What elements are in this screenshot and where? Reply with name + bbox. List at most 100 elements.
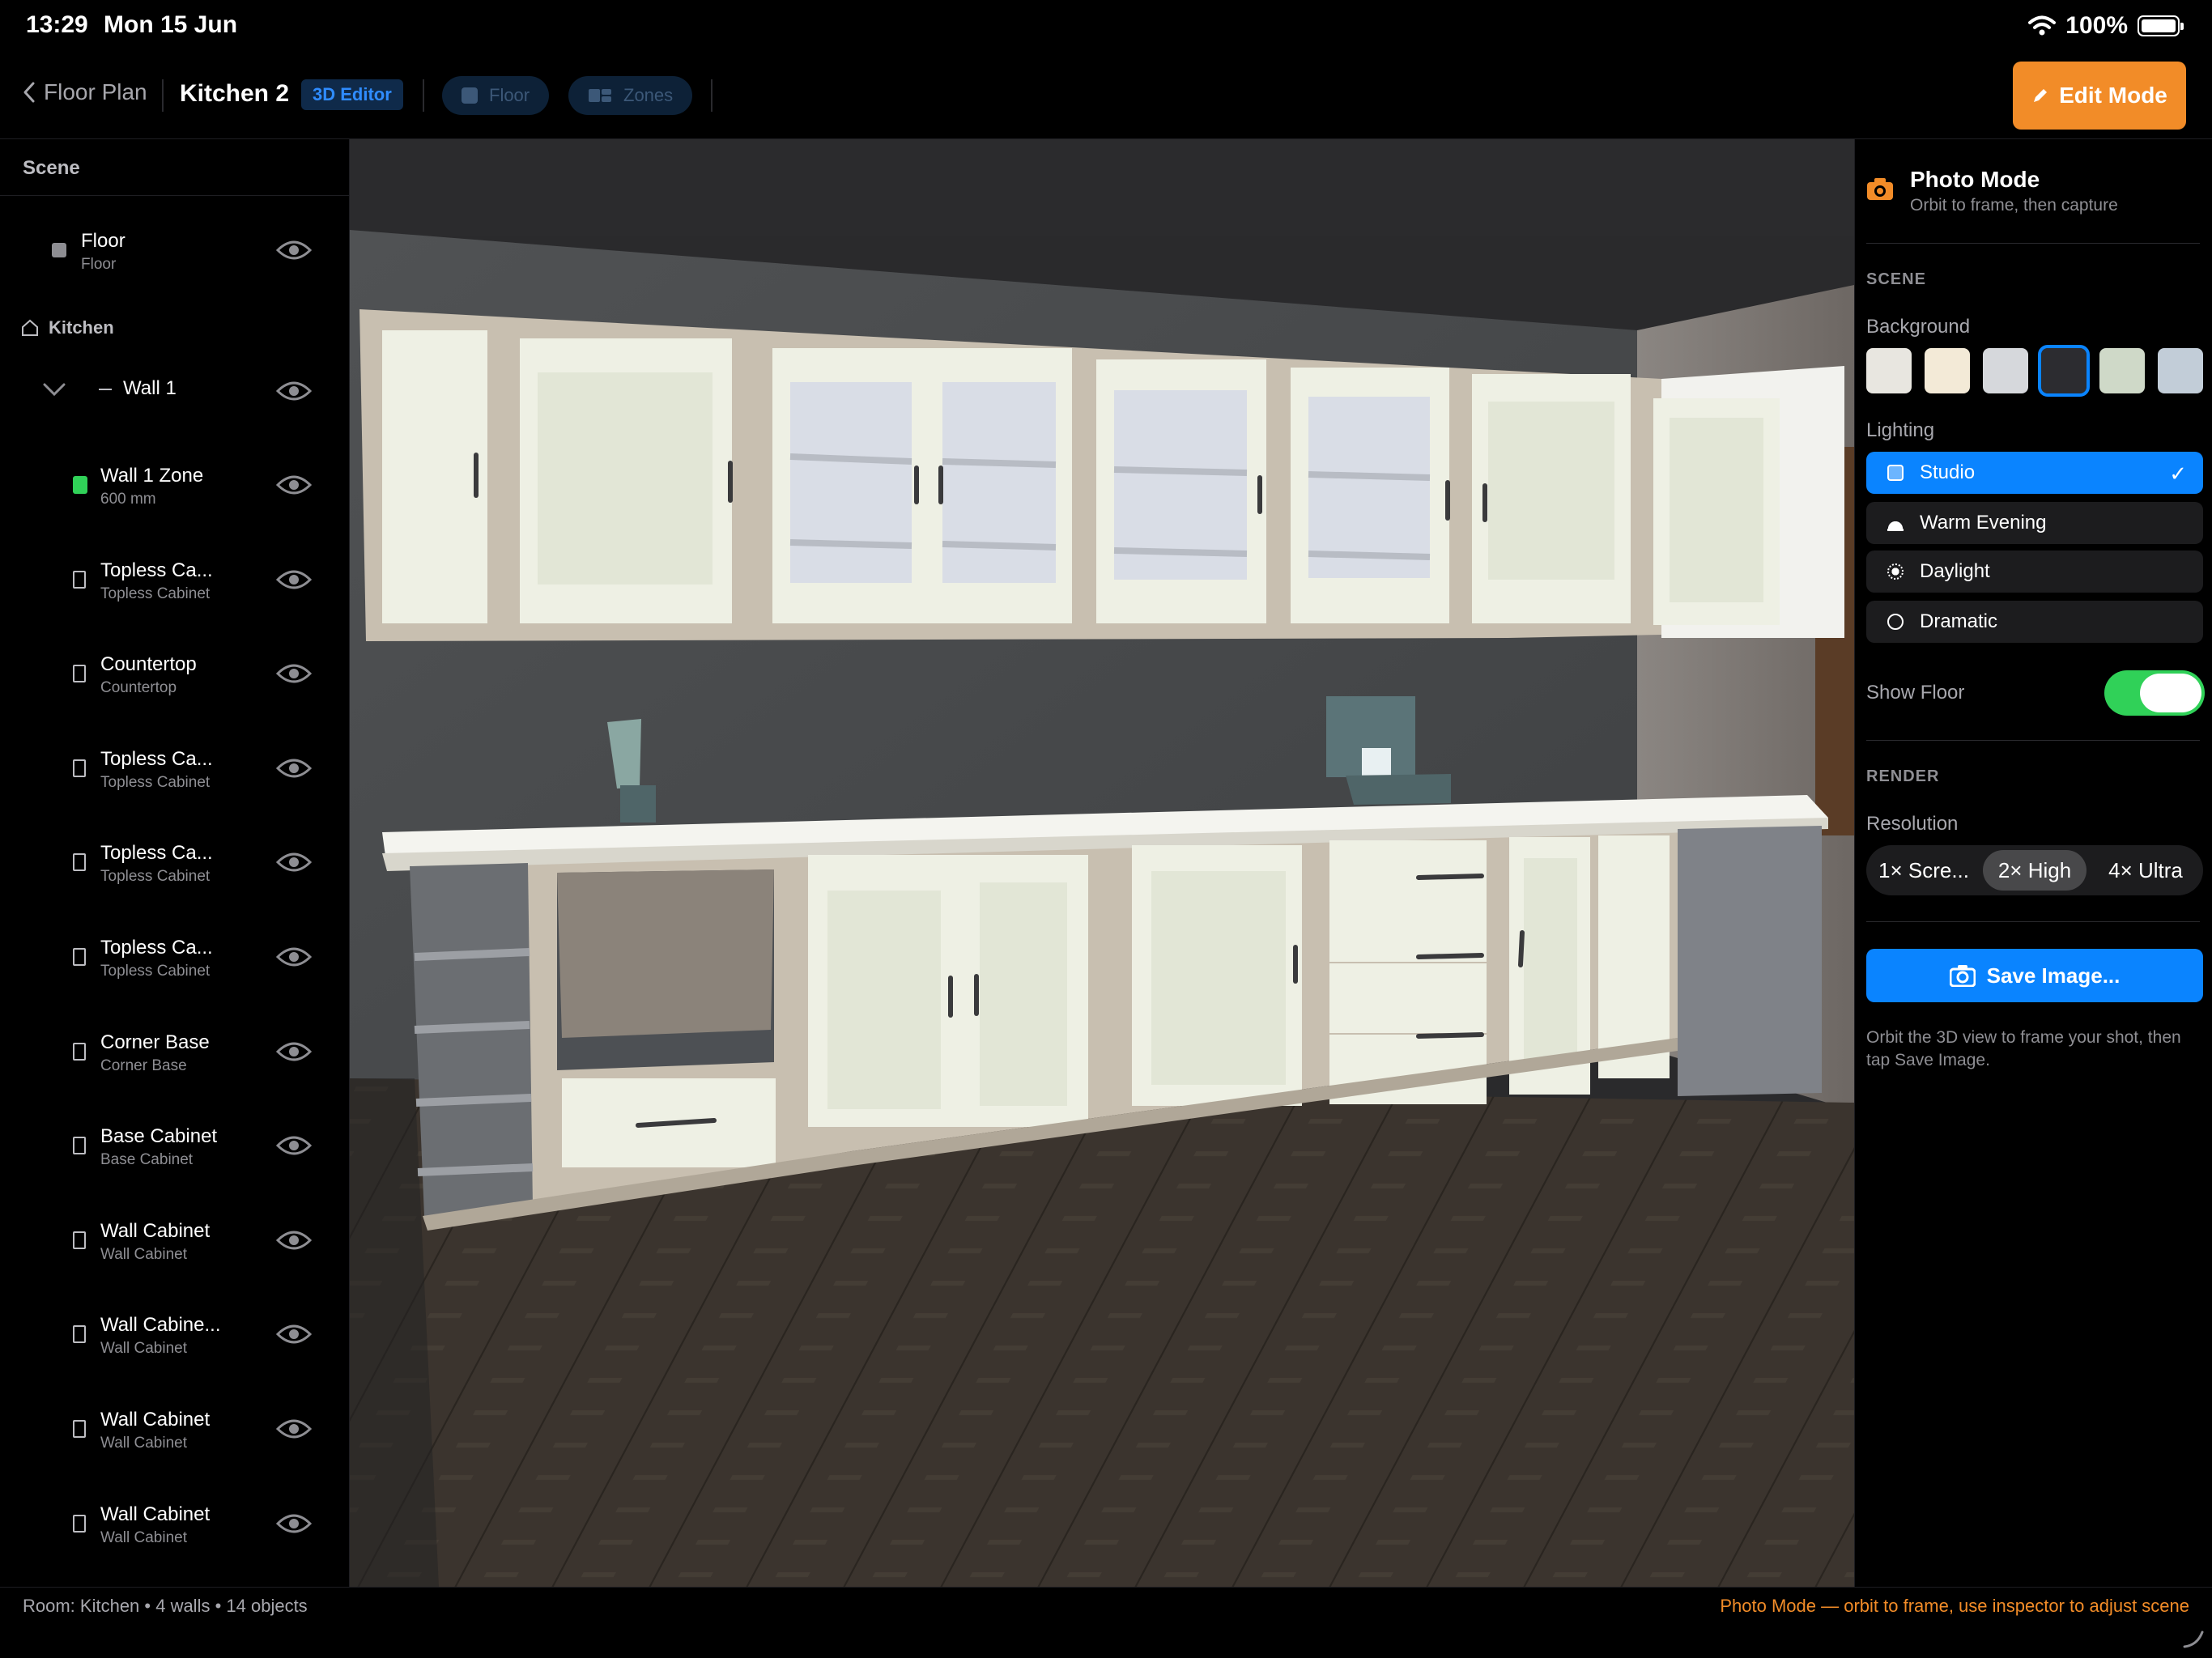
tree-row-item[interactable]: Wall 1 Zone 600 mm xyxy=(0,440,349,534)
tree-row-name: Base Cabinet xyxy=(100,1125,218,1147)
tree-row-item[interactable]: Base Cabinet Base Cabinet xyxy=(0,1101,349,1195)
resolution-segmented-control: 1× Scre... 2× High 4× Ultra xyxy=(1866,845,2203,895)
eye-icon[interactable] xyxy=(275,756,313,780)
eye-icon[interactable] xyxy=(275,568,313,592)
eye-icon[interactable] xyxy=(275,1322,313,1346)
tree-row-sub: Corner Base xyxy=(100,1057,187,1074)
tree-row-item[interactable]: Topless Ca... Topless Cabinet xyxy=(0,535,349,629)
tree-row-item[interactable]: Topless Ca... Topless Cabinet xyxy=(0,724,349,818)
corner-base-icon xyxy=(73,1043,86,1061)
eye-icon[interactable] xyxy=(275,1417,313,1441)
kitchen-render[interactable] xyxy=(350,139,1854,1587)
base-doors xyxy=(808,835,1670,1127)
inspector-panel: Photo Mode Orbit to frame, then capture … xyxy=(1854,139,2212,1587)
lighting-option[interactable]: Daylight xyxy=(1866,551,2203,593)
base-cabinet-icon xyxy=(73,1137,86,1154)
background-swatch[interactable] xyxy=(1983,348,2028,393)
show-floor-label: Show Floor xyxy=(1866,682,1965,704)
resolution-label: Resolution xyxy=(1866,813,1959,835)
tree-row-name: Wall Cabinet xyxy=(100,1220,211,1242)
toggle-knob xyxy=(2140,674,2201,712)
background-swatch[interactable] xyxy=(1925,348,1970,393)
room-info: Room: Kitchen • 4 walls • 14 objects xyxy=(23,1596,308,1616)
edit-mode-button[interactable]: Edit Mode xyxy=(2013,62,2186,130)
wifi-icon xyxy=(2028,15,2057,36)
eye-icon[interactable] xyxy=(275,1511,313,1536)
resolution-1x[interactable]: 1× Scre... xyxy=(1871,850,1976,891)
tree-row-name: Topless Ca... xyxy=(100,842,213,864)
lighting-option[interactable]: Dramatic xyxy=(1866,601,2203,643)
camera-icon xyxy=(1949,965,1976,987)
tree-row-sub: Base Cabinet xyxy=(100,1151,194,1168)
eye-icon[interactable] xyxy=(275,1228,313,1252)
cabinet-icon xyxy=(73,759,86,777)
eye-icon[interactable] xyxy=(275,945,313,969)
background-swatch[interactable] xyxy=(2158,348,2203,393)
tree-row-floor[interactable]: Floor Floor xyxy=(0,206,349,300)
cabinet-icon xyxy=(73,571,86,589)
lighting-option[interactable]: Warm Evening xyxy=(1866,502,2203,544)
cabinet-icon xyxy=(73,948,86,966)
background-swatch[interactable] xyxy=(1866,348,1912,393)
tree-row-item[interactable]: Countertop Countertop xyxy=(0,629,349,723)
eye-icon[interactable] xyxy=(275,1039,313,1064)
open-shelves xyxy=(410,863,533,1216)
eye-icon[interactable] xyxy=(275,238,313,262)
eye-icon[interactable] xyxy=(275,379,313,403)
tree-row-name: Wall Cabine... xyxy=(100,1314,221,1336)
resolution-4x[interactable]: 4× Ultra xyxy=(2093,850,2198,891)
tree-row-item[interactable]: Wall Cabinet Wall Cabinet xyxy=(0,1479,349,1573)
house-icon xyxy=(22,319,38,336)
wall-cabinet-icon xyxy=(73,1231,86,1249)
resolution-2x[interactable]: 2× High xyxy=(1983,850,2087,891)
status-right: 100% xyxy=(2028,11,2184,40)
background-swatch[interactable] xyxy=(2038,345,2090,397)
tree-row-item[interactable]: Wall Cabine... Wall Cabinet xyxy=(0,1290,349,1384)
sun-icon xyxy=(1887,563,1904,580)
back-button[interactable]: Floor Plan xyxy=(23,79,147,105)
tree-row-sub: Topless Cabinet xyxy=(100,585,211,602)
divider xyxy=(1866,740,2200,741)
status-time: 13:29 xyxy=(26,11,88,38)
bottom-status-bar: Room: Kitchen • 4 walls • 14 objects Pho… xyxy=(0,1587,2212,1658)
battery-percent: 100% xyxy=(2065,12,2128,39)
scene-header: Scene xyxy=(0,139,349,196)
tree-row-item[interactable]: Wall Cabinet Wall Cabinet xyxy=(0,1196,349,1290)
3d-viewport[interactable] xyxy=(350,139,1854,1587)
green-square-icon xyxy=(73,476,87,494)
eye-icon[interactable] xyxy=(275,661,313,686)
tree-row-wall-1[interactable]: Wall 1 xyxy=(0,346,349,440)
lighting-option-label: Studio xyxy=(1920,461,1976,483)
tree-row-item[interactable]: Corner Base Corner Base xyxy=(0,1007,349,1101)
show-floor-toggle[interactable] xyxy=(2104,670,2205,716)
wall-cabinet-icon xyxy=(73,1515,86,1533)
wall-cabinet-icon xyxy=(73,1325,86,1343)
tree-row-item[interactable]: Topless Ca... Topless Cabinet xyxy=(0,912,349,1006)
render-section-label: RENDER xyxy=(1866,767,1940,785)
eye-icon[interactable] xyxy=(275,1133,313,1158)
save-image-button[interactable]: Save Image... xyxy=(1866,949,2203,1002)
kitchen-label: Kitchen xyxy=(49,317,114,338)
cabinet-icon xyxy=(73,853,86,871)
sunset-icon xyxy=(1887,515,1904,531)
chevron-down-icon[interactable] xyxy=(42,382,66,397)
editor-badge: 3D Editor xyxy=(301,79,403,110)
minus-icon xyxy=(99,389,112,390)
tree-row-item[interactable]: Topless Ca... Topless Cabinet xyxy=(0,818,349,912)
zones-icon xyxy=(589,89,611,102)
resize-grip-icon[interactable] xyxy=(2181,1626,2206,1650)
scene-section-label: SCENE xyxy=(1866,270,1926,288)
floor-pill[interactable]: Floor xyxy=(442,76,550,115)
zones-pill[interactable]: Zones xyxy=(568,76,693,115)
lighting-option[interactable]: Studio ✓ xyxy=(1866,452,2203,494)
lighting-option-label: Dramatic xyxy=(1920,610,1998,632)
tree-row-sub: Countertop xyxy=(100,679,177,696)
tree-row-sub: Topless Cabinet xyxy=(100,774,211,791)
scene-sidebar: Scene Floor Floor Kitchen Wall 1 Wall 1 … xyxy=(0,139,350,1587)
background-swatch[interactable] xyxy=(2099,348,2145,393)
kitchen-group-header: Kitchen xyxy=(21,317,114,338)
tree-row-item[interactable]: Wall Cabinet Wall Cabinet xyxy=(0,1384,349,1478)
base-end-panel xyxy=(1678,826,1822,1096)
eye-icon[interactable] xyxy=(275,473,313,497)
eye-icon[interactable] xyxy=(275,850,313,874)
